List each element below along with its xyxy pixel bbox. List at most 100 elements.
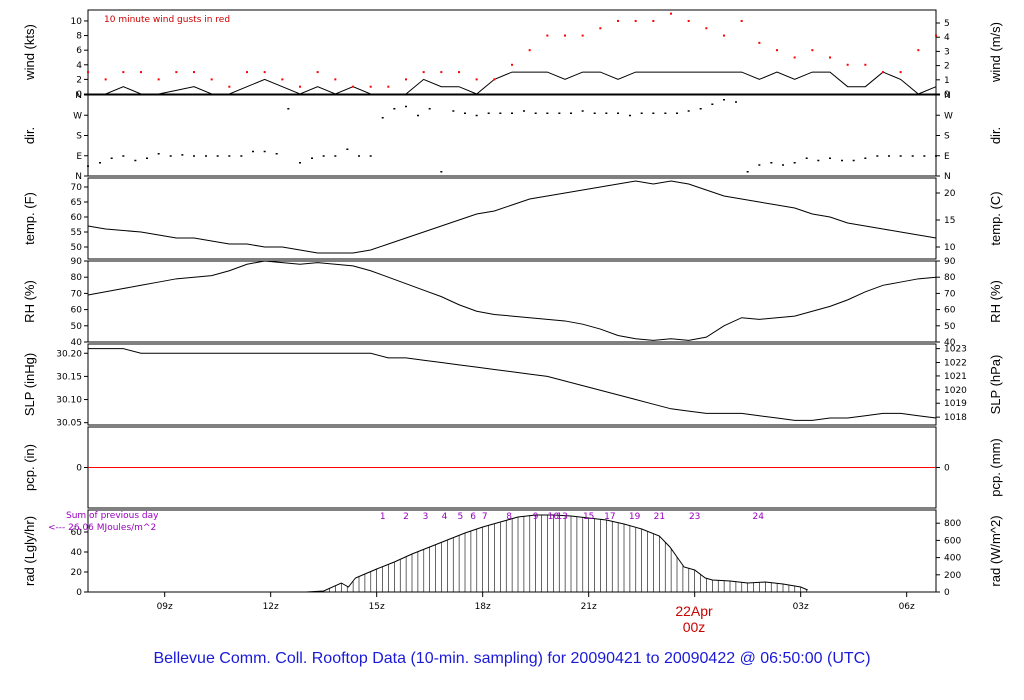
y-tick-label-left: 30.05 <box>56 419 82 429</box>
gust-point <box>776 49 778 52</box>
panel-slp: 30.05 30.10 30.15 30.20 1018 1019 1020 1021 1022… <box>22 343 1003 429</box>
dir-point <box>687 110 690 112</box>
y-tick-label-left: N <box>75 91 82 101</box>
gust-point <box>670 12 672 15</box>
dir-point <box>652 112 655 114</box>
x-tick-label: 21z <box>581 602 597 612</box>
rad-hour-label: 6 <box>470 512 476 522</box>
dir-point <box>723 99 725 101</box>
y-tick-label-left: 55 <box>71 228 82 238</box>
rad-hour-label: 17 <box>604 512 615 522</box>
dir-point <box>369 155 372 157</box>
dir-point <box>134 159 137 162</box>
y-tick-label-left: 60 <box>71 306 83 316</box>
y-axis-label-right: RH (%) <box>988 280 1003 323</box>
y-tick-label-right: 0 <box>944 464 950 474</box>
dir-point <box>829 157 831 159</box>
y-axis-label-left: temp. (F) <box>22 192 37 245</box>
gust-point <box>581 34 584 37</box>
dir-point <box>605 112 608 114</box>
dir-point <box>876 155 879 157</box>
y-axis-label-left: RH (%) <box>22 280 37 323</box>
panel-temp: 50 55 60 65 70 10 15 20 temp. (F) temp. (C) <box>22 177 1003 260</box>
y-tick-label-left: N <box>75 172 82 182</box>
y-axis-label-right: wind (m/s) <box>988 22 1003 83</box>
dir-point <box>640 112 643 114</box>
y-tick-label-left: 8 <box>76 32 82 42</box>
gust-point <box>864 63 867 66</box>
y-tick-label-left: 30.10 <box>56 396 82 406</box>
y-tick-label-right: N <box>944 172 951 182</box>
dir-point <box>923 155 926 157</box>
y-tick-label-right: 90 <box>944 257 956 267</box>
gust-point <box>157 78 160 81</box>
chart-title: Bellevue Comm. Coll. Rooftop Data (10-mi… <box>153 650 871 667</box>
gust-point <box>387 85 390 88</box>
dir-point <box>205 155 208 157</box>
dir-point <box>793 162 796 164</box>
dir-point <box>417 114 420 117</box>
dir-point <box>546 112 549 114</box>
rad-hour-label: 15 <box>583 512 594 522</box>
gust-point <box>281 78 284 81</box>
gust-point <box>546 34 549 37</box>
y-tick-label-right: 1020 <box>944 386 967 396</box>
dir-point <box>699 108 702 110</box>
y-tick-label-left: 50 <box>71 322 83 332</box>
gust-point <box>899 71 902 74</box>
y-tick-label-left: E <box>76 152 82 162</box>
dir-point <box>558 112 561 114</box>
gust-point <box>405 78 407 81</box>
gust-point <box>564 34 566 37</box>
x-tick-label: 12z <box>263 602 279 612</box>
dir-point <box>534 112 537 114</box>
gust-point <box>917 49 920 52</box>
gust-point <box>528 49 531 52</box>
y-axis-label-left: rad (Lgly/hr) <box>22 516 37 586</box>
y-tick-label-right: S <box>944 132 950 142</box>
dir-point <box>381 117 384 119</box>
dir-point <box>181 154 184 156</box>
rad-hour-label: 13 <box>556 512 567 522</box>
gust-point <box>511 63 513 66</box>
rad-note-total: <--- 26.06 MJoules/m^2 <box>48 523 156 533</box>
gust-point <box>882 71 884 74</box>
dir-point <box>805 157 808 159</box>
gust-point <box>493 78 496 81</box>
y-axis-label-left: SLP (inHg) <box>22 353 37 416</box>
dir-point <box>346 148 349 150</box>
panel-dir: NESWNNESWNdir. dir. <box>22 91 1003 182</box>
y-tick-label-right: E <box>944 152 950 162</box>
dir-point <box>157 153 160 155</box>
gust-point <box>422 71 425 74</box>
dir-point <box>852 159 855 162</box>
rad-hour-label: 4 <box>442 512 448 522</box>
x-tick-label: 06z <box>899 602 915 612</box>
y-tick-label-right: 80 <box>944 273 956 283</box>
y-tick-label-left: W <box>73 111 82 121</box>
dir-point <box>581 110 584 112</box>
y-axis-label-right: SLP (hPa) <box>988 355 1003 415</box>
y-tick-label-right: 1018 <box>944 413 967 423</box>
y-tick-label-left: 40 <box>71 548 83 558</box>
dir-point <box>440 171 443 173</box>
y-tick-label-left: 90 <box>71 257 83 267</box>
y-tick-label-right: 200 <box>944 571 961 581</box>
gust-point <box>122 71 125 74</box>
x-tick-label: 09z <box>157 602 173 612</box>
gust-point <box>104 78 107 81</box>
dir-point <box>593 112 596 114</box>
y-tick-label-left: 70 <box>71 183 83 193</box>
y-tick-label-left: 65 <box>71 198 82 208</box>
gust-point <box>87 71 89 74</box>
gust-point <box>210 78 213 81</box>
gust-point <box>846 63 849 66</box>
dir-point <box>193 155 195 157</box>
rad-line <box>305 514 808 593</box>
rad-hour-label: 7 <box>482 512 488 522</box>
rad-note-sum-label: Sum of previous day <box>66 511 159 521</box>
gust-point <box>193 71 195 74</box>
dir-point <box>464 112 467 114</box>
y-tick-label-left: 30.15 <box>56 372 82 382</box>
gust-point <box>935 34 937 37</box>
